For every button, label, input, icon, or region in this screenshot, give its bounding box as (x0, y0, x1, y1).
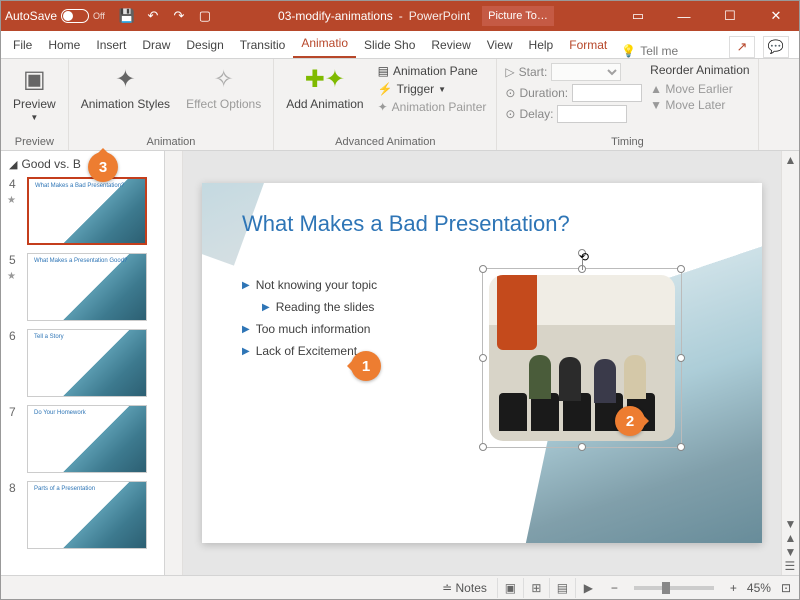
animation-styles-button[interactable]: ✦Animation Styles (77, 63, 174, 113)
zoom-out-icon[interactable]: − (611, 581, 618, 595)
thumbnail-slide-5[interactable]: 5★What Makes a Presentation Good? (1, 249, 164, 325)
tab-review[interactable]: Review (423, 32, 478, 58)
bullet-item[interactable]: ▶Too much information (242, 322, 377, 336)
trigger-icon: ⚡ (378, 82, 393, 96)
thumbnail-slide-8[interactable]: 8Parts of a Presentation (1, 477, 164, 553)
normal-view-icon[interactable]: ▣ (497, 578, 523, 598)
tab-animations[interactable]: Animatio (293, 30, 356, 58)
animation-painter-button: ✦Animation Painter (376, 99, 489, 115)
fit-window-icon[interactable]: ⊡ (781, 581, 791, 595)
share-icon[interactable]: ↗ (729, 36, 755, 58)
ribbon: ▣Preview▼ Preview ✦Animation Styles ✧Eff… (1, 59, 799, 151)
slide-thumbnails[interactable]: ◢ Good vs. B 4★What Makes a Bad Presenta… (1, 151, 165, 575)
toggle-off-icon (61, 9, 89, 23)
zoom-level[interactable]: 45% (747, 581, 771, 595)
effect-icon: ✧ (214, 65, 234, 95)
effect-options-button: ✧Effect Options (182, 63, 265, 113)
tab-format[interactable]: Format (561, 32, 615, 58)
zoom-slider[interactable] (634, 586, 714, 590)
tab-slideshow[interactable]: Slide Sho (356, 32, 423, 58)
redo-icon[interactable]: ↷ (167, 4, 191, 28)
bulb-icon: 💡 (621, 44, 636, 58)
picture-tools-tab[interactable]: Picture To… (482, 6, 554, 26)
pane-icon: ▤ (378, 64, 389, 78)
slide-canvas[interactable]: What Makes a Bad Presentation? ▶Not know… (202, 183, 762, 543)
zoom-in-icon[interactable]: + (730, 581, 737, 595)
window-title: 03-modify-animations - PowerPoint Pictur… (217, 6, 615, 26)
sorter-view-icon[interactable]: ⊞ (523, 578, 549, 598)
group-timing: Timing (505, 134, 749, 148)
save-icon[interactable]: 💾 (115, 4, 139, 28)
tab-view[interactable]: View (479, 32, 521, 58)
start-select[interactable] (551, 63, 621, 81)
preview-icon: ▣ (23, 65, 46, 95)
maximize-icon[interactable]: ☐ (707, 1, 753, 31)
rotate-handle[interactable]: ⟲ (578, 249, 586, 257)
move-earlier-button: ▲ Move Earlier (650, 81, 749, 97)
editor-scrollbar[interactable]: ▲▼▲▼☰ (781, 151, 799, 575)
add-star-icon: ✚✦ (305, 65, 345, 95)
group-preview: Preview (9, 134, 60, 148)
bullet-item[interactable]: ▶Not knowing your topic (242, 278, 377, 292)
trigger-button[interactable]: ⚡Trigger▼ (376, 81, 489, 97)
bullet-item[interactable]: ▶Reading the slides (262, 300, 377, 314)
slideshow-icon[interactable]: ▢ (193, 4, 217, 28)
slide-title[interactable]: What Makes a Bad Presentation? (242, 211, 570, 237)
status-bar: ≐ Notes ▣ ⊞ ▤ ▶ − + 45% ⊡ (1, 575, 799, 599)
tab-design[interactable]: Design (178, 32, 231, 58)
reorder-header: Reorder Animation (650, 63, 749, 77)
tab-draw[interactable]: Draw (134, 32, 178, 58)
thumbnail-slide-7[interactable]: 7Do Your Homework (1, 401, 164, 477)
tell-me-search[interactable]: 💡Tell me (621, 44, 678, 58)
duration-input[interactable] (572, 84, 642, 102)
star-icon: ✦ (115, 65, 135, 95)
move-later-button: ▼ Move Later (650, 97, 749, 113)
thumbnail-slide-4[interactable]: 4★What Makes a Bad Presentation? (1, 173, 164, 249)
add-animation-button[interactable]: ✚✦Add Animation (282, 63, 367, 113)
minimize-icon[interactable]: — (661, 1, 707, 31)
section-header[interactable]: ◢ Good vs. B (1, 155, 164, 173)
animation-pane-button[interactable]: ▤Animation Pane (376, 63, 489, 79)
tab-file[interactable]: File (5, 32, 40, 58)
ribbon-tabs: File Home Insert Draw Design Transitio A… (1, 31, 799, 59)
callout-2: 2 (615, 406, 645, 436)
tab-home[interactable]: Home (40, 32, 88, 58)
reading-view-icon[interactable]: ▤ (549, 578, 575, 598)
close-icon[interactable]: ✕ (753, 1, 799, 31)
group-advanced: Advanced Animation (282, 134, 488, 148)
slideshow-view-icon[interactable]: ▶ (575, 578, 601, 598)
comments-icon[interactable]: 💬 (763, 36, 789, 58)
undo-icon[interactable]: ↶ (141, 4, 165, 28)
title-bar: AutoSave Off 💾 ↶ ↷ ▢ 03-modify-animation… (1, 1, 799, 31)
delay-input[interactable] (557, 105, 627, 123)
ribbon-options-icon[interactable]: ▭ (615, 1, 661, 31)
tab-help[interactable]: Help (521, 32, 562, 58)
preview-button[interactable]: ▣Preview▼ (9, 63, 60, 125)
callout-1: 1 (351, 351, 381, 381)
thumbnail-slide-6[interactable]: 6Tell a Story (1, 325, 164, 401)
notes-button[interactable]: ≐ Notes (442, 581, 487, 595)
callout-3: 3 (88, 152, 118, 182)
tab-transitions[interactable]: Transitio (232, 32, 294, 58)
thumb-scrollbar[interactable] (165, 151, 183, 575)
painter-icon: ✦ (378, 100, 388, 114)
slide-editor[interactable]: What Makes a Bad Presentation? ▶Not know… (183, 151, 781, 575)
autosave-toggle[interactable]: AutoSave Off (5, 9, 105, 23)
tab-insert[interactable]: Insert (88, 32, 134, 58)
